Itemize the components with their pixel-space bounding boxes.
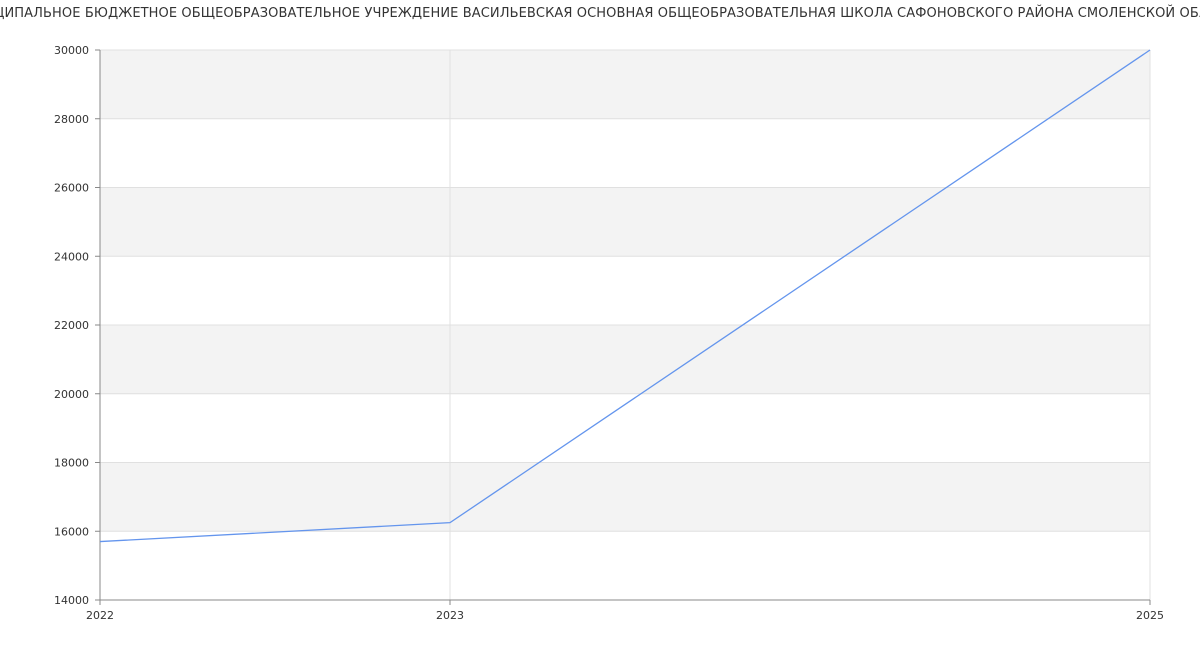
y-tick-label: 30000 [54,44,89,57]
y-tick-label: 28000 [54,113,89,126]
grid-band [100,187,1150,257]
chart-plot: 14000 16000 18000 20000 22000 24000 26000 28000… [54,44,1164,622]
y-tick-label: 22000 [54,319,89,332]
y-tick-label: 14000 [54,594,89,607]
x-tick-label: 2023 [436,609,464,622]
y-tick-label: 24000 [54,250,89,263]
x-tick-label: 2022 [86,609,114,622]
y-tick-label: 26000 [54,182,89,195]
chart: МУНИЦИПАЛЬНОЕ БЮДЖЕТНОЕ ОБЩЕОБРАЗОВАТЕЛЬ… [0,0,1200,650]
grid-band [100,325,1150,394]
grid-band [100,50,1150,119]
y-tick-label: 16000 [54,525,89,538]
x-tick-label: 2025 [1136,609,1164,622]
grid-band [100,462,1150,532]
y-tick-label: 20000 [54,388,89,401]
y-tick-label: 18000 [54,457,89,470]
